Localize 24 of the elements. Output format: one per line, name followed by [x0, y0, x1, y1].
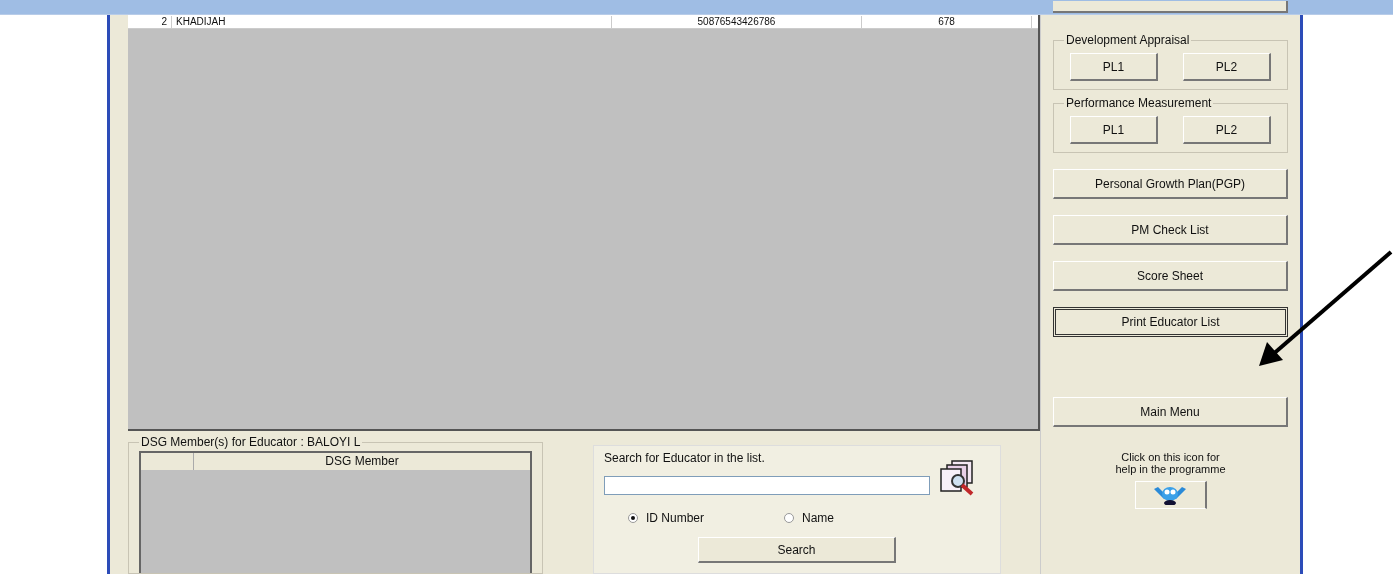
- report-button[interactable]: PM Check List: [1053, 215, 1288, 245]
- level-button[interactable]: PL2: [1183, 53, 1271, 81]
- main-menu-button[interactable]: Main Menu: [1053, 397, 1288, 427]
- group-title: Performance Measurement: [1065, 96, 1213, 110]
- table-cell: 50876543426786: [612, 15, 862, 28]
- radio-option[interactable]: ID Number: [628, 511, 704, 525]
- button[interactable]: [1053, 1, 1288, 13]
- table-cell: KHADIJAH: [172, 15, 612, 28]
- level-button[interactable]: PL1: [1070, 116, 1158, 144]
- report-button[interactable]: Personal Growth Plan(PGP): [1053, 169, 1288, 199]
- group-title: Development Appraisal: [1065, 33, 1191, 47]
- table-cell: 2: [128, 15, 172, 28]
- report-button[interactable]: Print Educator List: [1053, 307, 1288, 337]
- help-text: Click on this icon for help in the programme: [1114, 451, 1227, 475]
- search-label: Search for Educator in the list.: [604, 451, 766, 465]
- search-field[interactable]: [604, 476, 930, 495]
- group-title: DSG Member(s) for Educator : BALOYI L: [140, 435, 362, 449]
- report-button[interactable]: Score Sheet: [1053, 261, 1288, 291]
- search-button[interactable]: Search: [698, 537, 896, 563]
- help-icon[interactable]: [1134, 481, 1207, 509]
- level-button[interactable]: PL1: [1070, 53, 1158, 81]
- level-button[interactable]: PL2: [1183, 116, 1271, 144]
- table-cell: 678: [862, 15, 1032, 28]
- radio-option[interactable]: Name: [784, 511, 835, 525]
